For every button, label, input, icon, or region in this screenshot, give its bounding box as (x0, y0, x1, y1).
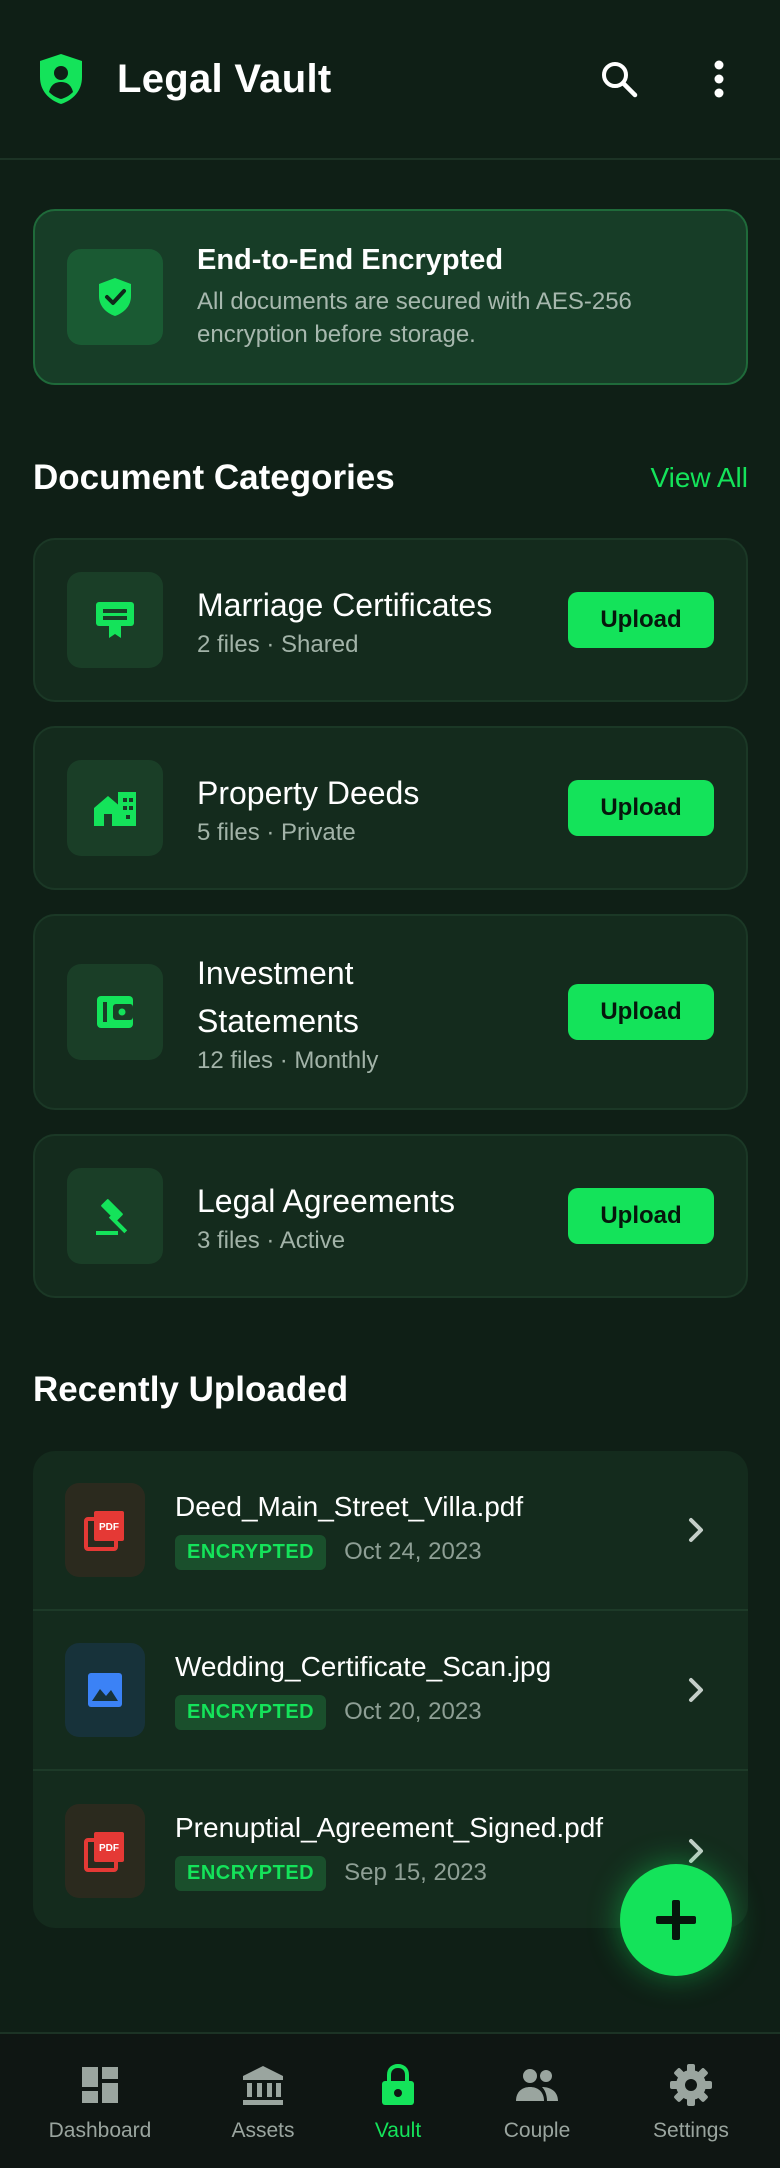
file-meta: ENCRYPTED Sep 15, 2023 (175, 1855, 676, 1891)
svg-text:PDF: PDF (99, 1522, 119, 1533)
wallet-icon (67, 964, 163, 1060)
search-icon[interactable] (591, 51, 647, 107)
legal-vault-app: Legal Vault End-to-End Encrypted All doc… (0, 0, 780, 2168)
category-text: Marriage Certificates 2 files · Shared (197, 581, 568, 659)
category-name: Legal Agreements (197, 1183, 455, 1219)
file-name: Wedding_Certificate_Scan.jpg (175, 1650, 552, 1682)
nav-item-dashboard[interactable]: Dashboard (25, 2034, 175, 2168)
category-card-legal-agreements[interactable]: Legal Agreements 3 files · Active Upload (33, 1134, 748, 1298)
house-icon (67, 760, 163, 856)
bank-icon (239, 2061, 287, 2109)
view-all-link[interactable]: View All (650, 462, 748, 494)
recent-title: Recently Uploaded (33, 1370, 349, 1409)
chevron-right-icon (676, 1670, 716, 1710)
category-card-marriage-certificates[interactable]: Marriage Certificates 2 files · Shared U… (33, 538, 748, 702)
file-meta: ENCRYPTED Oct 20, 2023 (175, 1694, 676, 1730)
file-text: Prenuptial_Agreement_Signed.pdf ENCRYPTE… (175, 1812, 676, 1891)
dashboard-icon (76, 2061, 124, 2109)
banner-text: End-to-End Encrypted All documents are s… (197, 244, 697, 351)
nav-label: Assets (231, 2119, 295, 2142)
category-meta: 3 files · Active (197, 1227, 346, 1254)
bottom-nav: Dashboard Assets Vault Couple Settings (0, 2032, 780, 2168)
file-date: Oct 24, 2023 (344, 1538, 482, 1565)
pdf-icon: PDF (65, 1804, 145, 1898)
nav-label: Settings (653, 2119, 729, 2142)
shield-check-icon (67, 249, 163, 345)
nav-label: Dashboard (48, 2119, 152, 2142)
file-name: Deed_Main_Street_Villa.pdf (175, 1490, 524, 1522)
gavel-icon (67, 1168, 163, 1264)
app-header: Legal Vault (0, 0, 780, 160)
encrypted-badge: ENCRYPTED (175, 1534, 327, 1570)
category-card-property-deeds[interactable]: Property Deeds 5 files · Private Upload (33, 726, 748, 890)
categories-header: Document Categories View All (33, 452, 748, 504)
category-name: Investment Statements (197, 955, 359, 1039)
recent-item[interactable]: Wedding_Certificate_Scan.jpg ENCRYPTED O… (33, 1611, 748, 1771)
category-text: Investment Statements 12 files · Monthly (197, 949, 568, 1075)
recent-header: Recently Uploaded (33, 1364, 748, 1416)
nav-item-couple[interactable]: Couple (462, 2034, 612, 2168)
recent-item[interactable]: PDF Deed_Main_Street_Villa.pdf ENCRYPTED… (33, 1451, 748, 1611)
encryption-banner: End-to-End Encrypted All documents are s… (33, 209, 748, 385)
svg-text:PDF: PDF (99, 1843, 119, 1854)
people-icon (513, 2061, 561, 2109)
category-meta: 12 files · Monthly (197, 1047, 379, 1074)
add-document-fab[interactable] (620, 1864, 732, 1976)
category-card-investment-statements[interactable]: Investment Statements 12 files · Monthly… (33, 914, 748, 1110)
encrypted-badge: ENCRYPTED (175, 1855, 327, 1891)
upload-button-marriage-certificates[interactable]: Upload (568, 592, 714, 648)
app-title: Legal Vault (117, 56, 332, 101)
category-meta: 2 files · Shared (197, 631, 359, 658)
header-actions (591, 51, 747, 107)
plus-icon (656, 1900, 696, 1940)
gear-icon (667, 2061, 715, 2109)
shield-person-icon (33, 51, 89, 107)
certificate-icon (67, 572, 163, 668)
file-text: Wedding_Certificate_Scan.jpg ENCRYPTED O… (175, 1651, 676, 1730)
upload-button-property-deeds[interactable]: Upload (568, 780, 714, 836)
category-meta: 5 files · Private (197, 819, 356, 846)
category-name: Marriage Certificates (197, 587, 493, 623)
file-text: Deed_Main_Street_Villa.pdf ENCRYPTED Oct… (175, 1491, 676, 1570)
banner-title: End-to-End Encrypted (197, 243, 504, 276)
nav-item-settings[interactable]: Settings (616, 2034, 766, 2168)
pdf-icon: PDF (65, 1483, 145, 1577)
nav-label: Couple (503, 2119, 571, 2142)
recent-uploads-list: PDF Deed_Main_Street_Villa.pdf ENCRYPTED… (33, 1451, 748, 1928)
nav-item-assets[interactable]: Assets (188, 2034, 338, 2168)
banner-description: All documents are secured with AES-256 e… (197, 287, 632, 348)
nav-label: Vault (374, 2119, 422, 2142)
more-vert-icon[interactable] (691, 51, 747, 107)
encrypted-badge: ENCRYPTED (175, 1694, 327, 1730)
upload-button-legal-agreements[interactable]: Upload (568, 1188, 714, 1244)
chevron-right-icon (676, 1510, 716, 1550)
image-icon (65, 1643, 145, 1737)
file-date: Sep 15, 2023 (344, 1859, 487, 1886)
lock-icon (374, 2061, 422, 2109)
file-date: Oct 20, 2023 (344, 1698, 482, 1725)
upload-button-investment-statements[interactable]: Upload (568, 984, 714, 1040)
category-text: Legal Agreements 3 files · Active (197, 1177, 568, 1255)
category-text: Property Deeds 5 files · Private (197, 769, 568, 847)
category-name: Property Deeds (197, 775, 420, 811)
file-meta: ENCRYPTED Oct 24, 2023 (175, 1534, 676, 1570)
categories-title: Document Categories (33, 458, 395, 497)
nav-item-vault[interactable]: Vault (323, 2034, 473, 2168)
file-name: Prenuptial_Agreement_Signed.pdf (175, 1811, 604, 1843)
